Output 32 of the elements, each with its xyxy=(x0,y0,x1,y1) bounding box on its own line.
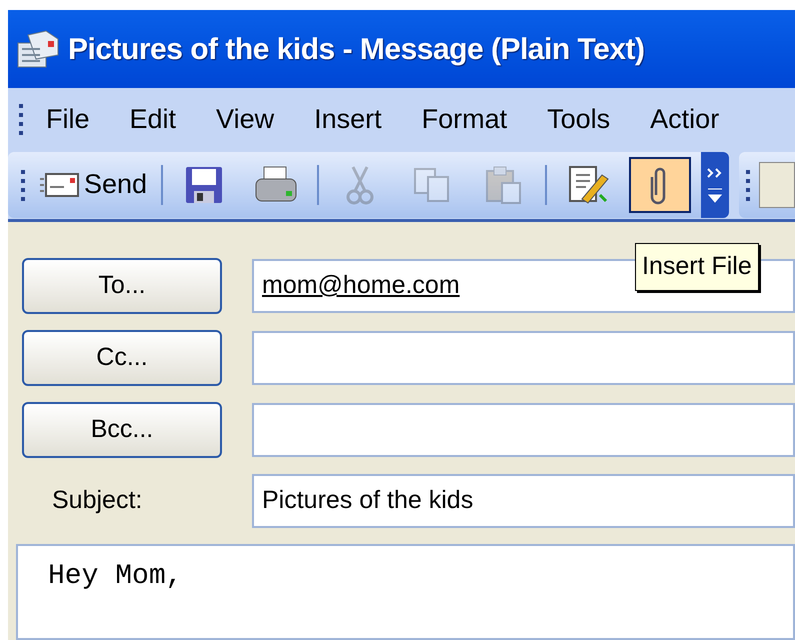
toolbar-field[interactable] xyxy=(759,162,795,208)
menu-item[interactable]: Insert xyxy=(296,98,400,140)
document-pencil-icon xyxy=(566,164,610,204)
text-field[interactable] xyxy=(252,331,795,385)
menu-item[interactable]: File xyxy=(28,98,108,140)
grip-icon[interactable] xyxy=(745,168,752,202)
text-field[interactable] xyxy=(252,403,795,457)
window-title: Pictures of the kids - Message (Plain Text) xyxy=(68,32,644,68)
toolbar-overflow-button[interactable] xyxy=(701,152,730,218)
envelope-icon xyxy=(40,170,80,198)
field-value: Pictures of the kids xyxy=(262,485,474,516)
menu-item[interactable]: Format xyxy=(404,98,526,140)
address-button[interactable]: Bcc... xyxy=(22,402,222,458)
envelope-icon xyxy=(16,29,60,69)
address-button[interactable]: Cc... xyxy=(22,330,222,386)
field-label: Subject: xyxy=(51,485,144,516)
menu-item[interactable]: Edit xyxy=(112,98,194,140)
menu-item[interactable]: Actior xyxy=(632,98,738,140)
menu-item[interactable]: View xyxy=(198,98,292,140)
toolbar-button[interactable] xyxy=(629,156,692,212)
send-button[interactable]: Send xyxy=(36,164,152,205)
scissors-icon xyxy=(345,164,376,204)
body-text: Hey Mom, xyxy=(48,561,182,592)
grip-icon[interactable] xyxy=(18,102,24,136)
message-body[interactable]: Hey Mom, xyxy=(16,544,795,640)
text-field[interactable]: Pictures of the kids xyxy=(252,474,795,528)
email-link[interactable]: mom@home.com xyxy=(262,267,460,305)
grip-icon[interactable] xyxy=(20,168,26,202)
menu-item[interactable]: Tools xyxy=(529,98,628,140)
address-button[interactable]: To... xyxy=(22,258,222,314)
tooltip: Insert File xyxy=(635,243,759,290)
printer-icon xyxy=(254,164,298,204)
